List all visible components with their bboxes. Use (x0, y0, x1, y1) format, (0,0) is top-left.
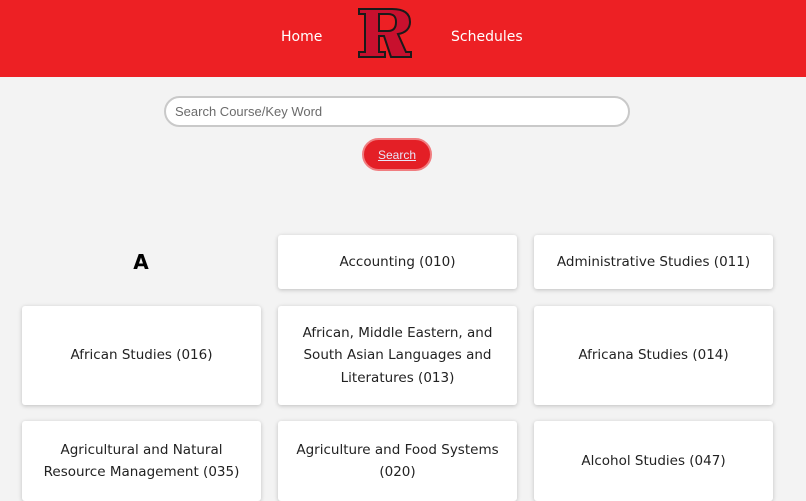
section-letter-heading: A (133, 250, 149, 274)
subject-card-agricultural-natural-resource-management[interactable]: Agricultural and Natural Resource Manage… (22, 421, 261, 501)
nav-home-link[interactable]: Home (281, 27, 322, 47)
search-button[interactable]: Search (362, 138, 432, 171)
subject-card-africana-studies[interactable]: Africana Studies (014) (534, 306, 773, 405)
subject-card-alcohol-studies[interactable]: Alcohol Studies (047) (534, 421, 773, 501)
subject-card-agriculture-food-systems[interactable]: Agriculture and Food Systems (020) (278, 421, 517, 501)
search-input[interactable] (164, 96, 630, 127)
subject-card-african-studies[interactable]: African Studies (016) (22, 306, 261, 405)
subject-card-accounting[interactable]: Accounting (010) (278, 235, 517, 289)
rutgers-r-logo-icon[interactable] (357, 8, 413, 58)
subject-card-african-middle-eastern-south-asian-languages[interactable]: African, Middle Eastern, and South Asian… (278, 306, 517, 405)
nav-schedules-link[interactable]: Schedules (451, 27, 523, 47)
top-navigation-bar: Home Schedules (0, 0, 806, 77)
subject-card-administrative-studies[interactable]: Administrative Studies (011) (534, 235, 773, 289)
